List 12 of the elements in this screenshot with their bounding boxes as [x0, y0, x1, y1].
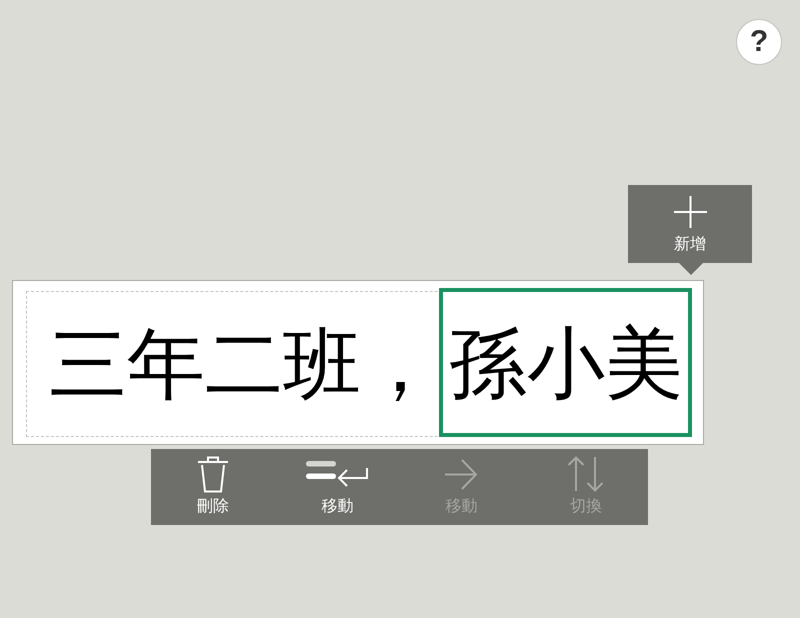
- move-button[interactable]: 移動: [275, 449, 400, 525]
- lines-return-arrow-icon: [306, 460, 368, 488]
- add-button[interactable]: 新增: [628, 185, 752, 275]
- text-field[interactable]: 三年二班，孫小美: [12, 280, 704, 445]
- up-down-arrows-icon: [567, 456, 604, 492]
- delete-button[interactable]: 刪除: [151, 449, 276, 525]
- trash-icon: [197, 456, 230, 492]
- right-arrow-icon: [445, 458, 478, 490]
- text-segment[interactable]: 三年二班，: [27, 292, 439, 436]
- help-button[interactable]: ?: [736, 19, 782, 65]
- plus-icon: [674, 196, 706, 228]
- text-segment[interactable]: 孫小美: [439, 288, 692, 437]
